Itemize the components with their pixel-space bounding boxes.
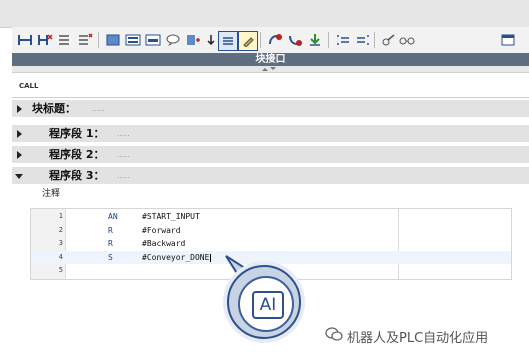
network-label: 程序段 2：	[49, 148, 105, 161]
network-dots: .....	[117, 129, 130, 138]
code-line[interactable]: 2 R #Forward	[31, 224, 511, 238]
glasses-icon[interactable]	[398, 31, 416, 49]
window-top-bar	[0, 0, 529, 28]
toolbar-separator	[98, 32, 99, 48]
expand-arrow-icon[interactable]	[17, 151, 22, 159]
code-line[interactable]: 3 R #Backward	[31, 237, 511, 251]
toolbar-separator	[260, 32, 261, 48]
watermark: 机器人及PLC自动化应用	[325, 327, 489, 346]
code-line-active[interactable]: 4 S #Conveyor_DONE	[31, 250, 511, 264]
toolbar-separator	[374, 32, 375, 48]
line-number: 5	[58, 266, 63, 274]
delete-network-icon[interactable]	[76, 31, 94, 49]
operand: #Forward	[142, 225, 181, 235]
line-number: 2	[58, 225, 63, 234]
network-row-2[interactable]: 程序段 2： .....	[12, 146, 529, 163]
instruction: R	[108, 225, 113, 235]
insert-instruction-icon[interactable]	[184, 31, 202, 49]
goto-next-icon[interactable]	[286, 31, 304, 49]
text-cursor-callout: AI	[227, 265, 301, 339]
ladder-icon[interactable]	[16, 31, 34, 49]
download-icon[interactable]	[306, 31, 324, 49]
window-icon[interactable]	[499, 31, 517, 49]
call-label: CALL	[19, 82, 39, 90]
indent-icon[interactable]	[334, 31, 352, 49]
outdent-icon[interactable]	[354, 31, 372, 49]
text-cursor-icon: AI	[252, 291, 284, 319]
line-number: 4	[58, 252, 63, 261]
wechat-icon	[325, 327, 343, 341]
insert-network-icon[interactable]	[56, 31, 74, 49]
block-icon[interactable]	[104, 31, 122, 49]
ladder-delete-icon[interactable]	[36, 31, 54, 49]
goto-error-icon[interactable]	[266, 31, 284, 49]
splitter-grip-icon[interactable]	[248, 66, 288, 72]
watermark-text: 机器人及PLC自动化应用	[347, 331, 489, 346]
operand: #START_INPUT	[142, 212, 200, 221]
collapse-arrow-icon[interactable]	[15, 174, 23, 179]
line-number: 3	[58, 239, 63, 247]
operand: #Backward	[142, 239, 186, 248]
network-label: 程序段 1：	[49, 127, 105, 140]
block-title-row[interactable]: 块标题： .....	[12, 100, 529, 117]
block-title-dots: .....	[92, 104, 105, 113]
text-cursor	[210, 253, 211, 262]
network-row-1[interactable]: 程序段 1： .....	[12, 125, 529, 142]
block-interface-strip[interactable]: 块接口	[12, 53, 529, 66]
block-title-label: 块标题：	[32, 102, 76, 115]
monitor-icon[interactable]	[124, 31, 142, 49]
splitter-bar[interactable]	[12, 66, 529, 73]
instruction: AN	[108, 212, 118, 221]
instruction: R	[108, 239, 113, 248]
network-comment[interactable]: 注释	[42, 186, 60, 199]
comment-icon[interactable]	[164, 31, 182, 49]
network-label: 程序段 3：	[49, 169, 105, 182]
network-dots: .....	[117, 171, 130, 180]
highlight-icon[interactable]	[238, 31, 258, 51]
block-interface-label: 块接口	[255, 54, 286, 65]
callout-inner-circle: AI	[238, 276, 294, 332]
expand-arrow-icon[interactable]	[17, 130, 22, 138]
editor-toolbar	[12, 27, 529, 54]
list-icon[interactable]	[218, 31, 238, 51]
network-row-3[interactable]: 程序段 3： .....	[12, 167, 529, 184]
compare-icon[interactable]	[380, 31, 398, 49]
expand-arrow-icon[interactable]	[17, 105, 22, 113]
network-dots: .....	[117, 150, 130, 159]
line-number: 1	[58, 212, 63, 220]
toolbar-separator	[328, 32, 329, 48]
instruction: S	[108, 252, 113, 262]
divider	[12, 97, 529, 98]
operand: #Conveyor_DONE	[142, 252, 210, 262]
code-line[interactable]: 1 AN #START_INPUT	[31, 210, 511, 224]
monitor2-icon[interactable]	[144, 31, 162, 49]
